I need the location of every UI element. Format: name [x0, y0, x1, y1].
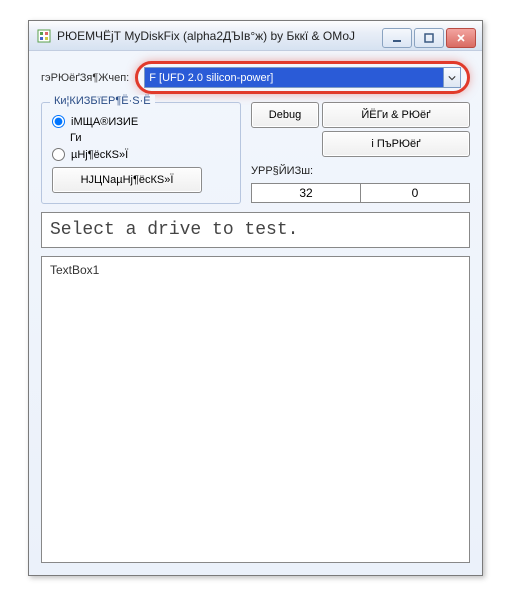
undo-fix-button-label: і ПъРЮёґ	[371, 138, 420, 150]
radio-2-label: µНј¶ёсКЅ»Ї	[71, 149, 128, 161]
maximize-button[interactable]	[414, 28, 444, 48]
close-button[interactable]	[446, 28, 476, 48]
mode-groupbox: Ки¦КИЗБїЕР¶Ё·Ѕ·Ё іМЩА®ИЗИЕ Ги µНј¶ёсКЅ»Ї…	[41, 102, 241, 204]
drive-select-highlight: F [UFD 2.0 silicon-power]	[135, 61, 470, 94]
app-icon	[37, 29, 51, 43]
chevron-down-icon[interactable]	[443, 68, 460, 87]
app-window: РЮЕМЧЁјТ MyDiskFix (alpha2ДЪІв°ж) by Бкк…	[28, 20, 483, 576]
radio-1[interactable]	[52, 115, 65, 128]
format-button[interactable]: НЈЦNаµНј¶ёсКЅ»Ї	[52, 167, 202, 193]
titlebar[interactable]: РЮЕМЧЁјТ MyDiskFix (alpha2ДЪІв°ж) by Бкк…	[29, 21, 482, 51]
drive-select[interactable]: F [UFD 2.0 silicon-power]	[144, 67, 461, 88]
stat-value-2: 0	[361, 183, 470, 203]
debug-button[interactable]: Debug	[251, 102, 319, 128]
radio-2[interactable]	[52, 148, 65, 161]
radio-option-2[interactable]: µНј¶ёсКЅ»Ї	[52, 148, 230, 161]
stats-row: 32 0	[251, 183, 470, 203]
radio-1-label: іМЩА®ИЗИЕ	[71, 116, 138, 128]
action-buttons: Debug ЙЁГи & РЮёґ і ПъРЮёґ	[251, 102, 470, 157]
radio-1-sublabel: Ги	[52, 132, 230, 144]
scan-fix-button[interactable]: ЙЁГи & РЮёґ	[322, 102, 470, 128]
right-column: Debug ЙЁГи & РЮёґ і ПъРЮёґ УРР§ЙИЗш: 32 …	[251, 102, 470, 204]
radio-option-1[interactable]: іМЩА®ИЗИЕ	[52, 115, 230, 128]
stat-value-1: 32	[251, 183, 361, 203]
window-buttons	[382, 24, 482, 48]
status-text: Select a drive to test.	[41, 212, 470, 248]
client-area: гэРЮёґЗя¶Жчеп: F [UFD 2.0 silicon-power]…	[29, 51, 482, 575]
groupbox-legend: Ки¦КИЗБїЕР¶Ё·Ѕ·Ё	[50, 95, 155, 107]
debug-button-label: Debug	[269, 109, 301, 121]
undo-fix-button[interactable]: і ПъРЮёґ	[322, 131, 470, 157]
format-button-label: НЈЦNаµНј¶ёсКЅ»Ї	[81, 174, 174, 186]
drive-label: гэРЮёґЗя¶Жчеп:	[41, 72, 129, 84]
drive-select-value: F [UFD 2.0 silicon-power]	[149, 72, 273, 84]
minimize-button[interactable]	[382, 28, 412, 48]
scan-fix-button-label: ЙЁГи & РЮёґ	[361, 109, 430, 121]
drive-row: гэРЮёґЗя¶Жчеп: F [UFD 2.0 silicon-power]	[41, 61, 470, 94]
mid-row: Ки¦КИЗБїЕР¶Ё·Ѕ·Ё іМЩА®ИЗИЕ Ги µНј¶ёсКЅ»Ї…	[41, 102, 470, 204]
log-textbox[interactable]: TextBox1	[41, 256, 470, 563]
window-title: РЮЕМЧЁјТ MyDiskFix (alpha2ДЪІв°ж) by Бкк…	[57, 29, 382, 43]
stats-label: УРР§ЙИЗш:	[251, 165, 470, 177]
